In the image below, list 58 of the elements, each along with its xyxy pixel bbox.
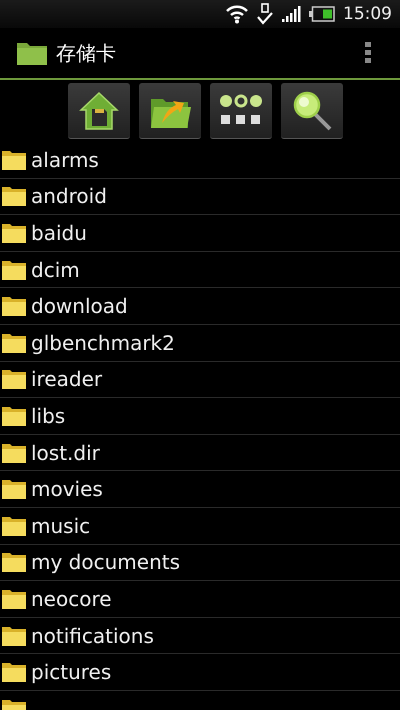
folder-row[interactable]: movies [0,471,400,508]
folder-icon [1,588,27,610]
folder-icon [1,624,27,647]
folder-name: alarms [31,148,99,172]
folder-icon [16,40,48,66]
folder-icon [1,148,27,171]
home-button[interactable] [68,83,130,139]
folder-name: android [31,184,107,208]
select-button[interactable] [210,83,272,139]
folder-row[interactable]: lost.dir [0,434,400,472]
clock-time: 15:09 [343,4,392,24]
folder-icon [1,478,27,500]
folder-name: movies [31,477,103,502]
folder-row[interactable]: ireader [0,362,400,398]
folder-icon [1,222,27,244]
signal-icon [281,5,301,23]
folder-name: lost.dir [31,440,100,465]
folder-icon [1,295,27,318]
folder-row[interactable]: libs [0,398,400,435]
folder-row[interactable]: notifications [0,618,400,654]
folder-row[interactable]: glbenchmark2 [0,324,400,362]
folder-icon [1,404,27,427]
folder-row[interactable]: dcim [0,252,400,288]
search-button[interactable] [280,83,342,139]
folder-icon [1,661,27,684]
folder-row[interactable]: music [0,508,400,545]
folder-row[interactable]: download [0,288,400,325]
battery-icon [309,6,335,22]
folder-name: neocore [31,586,112,611]
folder-row[interactable]: pictures [0,654,400,691]
up-button[interactable] [138,83,200,139]
folder-icon [1,332,27,354]
folder-name: libs [31,404,66,428]
data-sync-icon [257,3,273,25]
folder-icon [1,185,27,208]
folder-name: dcim [31,258,80,282]
folder-row[interactable]: alarms [0,142,400,179]
folder-name: my documents [31,550,180,574]
folder-name: music [31,514,90,538]
folder-name: download [31,294,128,318]
folder-icon [1,258,27,281]
folder-icon [1,442,27,464]
folder-row[interactable]: baidu [0,215,400,252]
folder-name: ireader [31,367,102,392]
app-title: 存储卡 [56,40,117,66]
folder-row[interactable]: android [0,178,400,216]
folder-name: notifications [31,624,154,648]
folder-name: baidu [31,220,87,245]
folder-icon [1,368,27,390]
folder-icon [1,551,27,574]
folder-row[interactable]: neocore [0,581,400,618]
menu-icon[interactable] [364,42,372,64]
wifi-icon [225,4,249,24]
folder-icon [1,514,27,537]
folder-name: glbenchmark2 [31,330,175,355]
home-icon [78,90,120,132]
folder-name: pictures [31,660,112,684]
folder-row[interactable]: my documents [0,544,400,582]
